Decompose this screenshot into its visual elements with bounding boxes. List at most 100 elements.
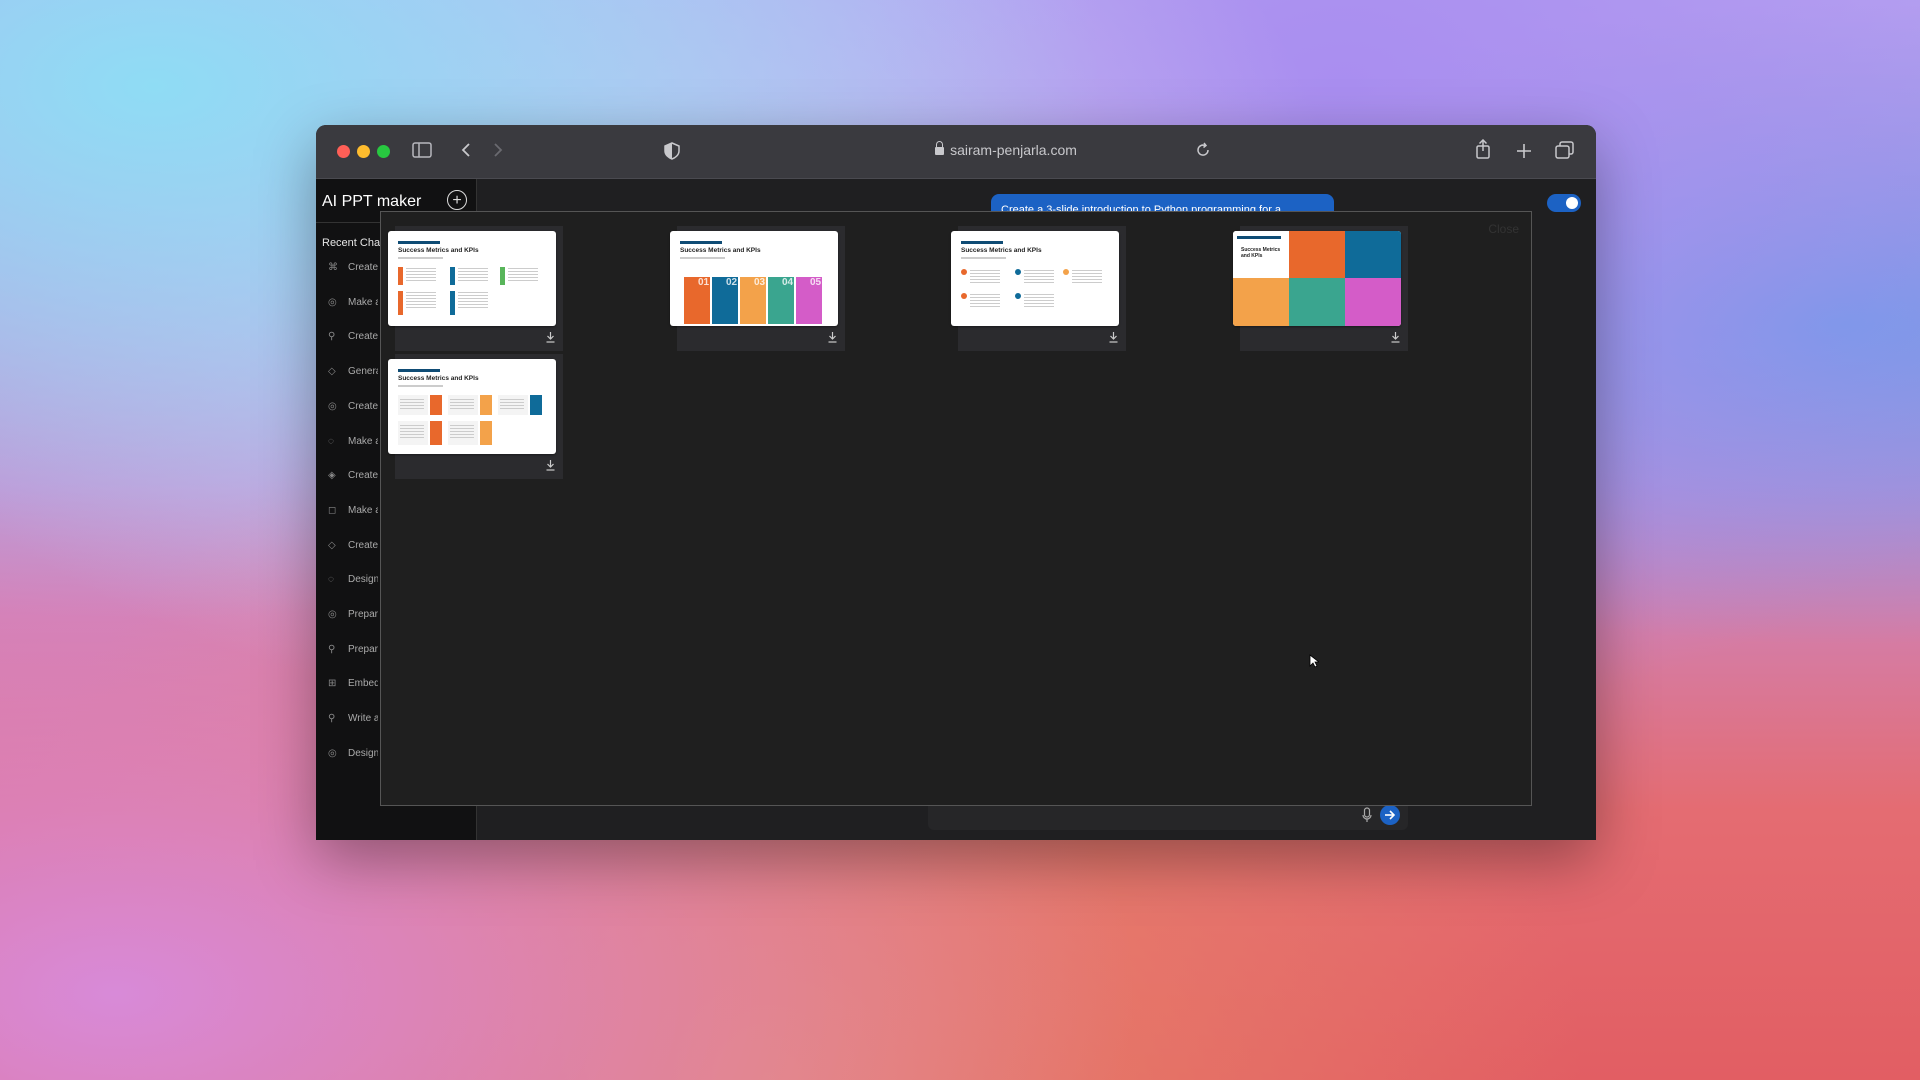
slide-text-line bbox=[500, 408, 524, 409]
download-icon[interactable] bbox=[828, 332, 837, 346]
slide-thumbnail[interactable]: Success Metrics and KPIs 01 02 03 04 05 bbox=[670, 231, 838, 326]
recent-chat-item[interactable]: ◇ Genera bbox=[328, 366, 378, 386]
slide-block bbox=[480, 421, 492, 445]
slide-text-line bbox=[970, 297, 1000, 298]
slide-text-line bbox=[970, 276, 1000, 277]
slide-circle bbox=[961, 293, 967, 299]
zoom-window-button[interactable] bbox=[377, 145, 390, 158]
slide-text-line bbox=[406, 307, 436, 308]
tab-overview-icon[interactable] bbox=[1555, 141, 1575, 162]
reload-icon[interactable] bbox=[1195, 142, 1211, 161]
slide-variant-card[interactable]: Success Metrics and KPIs bbox=[388, 354, 563, 479]
slide-text-line bbox=[400, 428, 424, 429]
recent-chat-item[interactable]: ◎ Create bbox=[328, 401, 378, 421]
recent-chat-item[interactable]: ◎ Prepar bbox=[328, 609, 378, 629]
chat-icon: ⊞ bbox=[328, 678, 337, 690]
slide-text-line bbox=[458, 307, 488, 308]
slide-text-line bbox=[970, 273, 1000, 274]
slide-block bbox=[1233, 278, 1289, 326]
download-icon[interactable] bbox=[1109, 332, 1118, 346]
recent-chat-item[interactable]: ◌ Make a bbox=[328, 436, 378, 456]
slide-subtitle-line bbox=[398, 385, 443, 387]
slide-block bbox=[480, 395, 492, 415]
recent-chat-item[interactable]: ◌ Design bbox=[328, 574, 378, 594]
theme-toggle[interactable] bbox=[1547, 194, 1581, 212]
slide-text-line bbox=[508, 271, 538, 272]
slide-thumbnail[interactable]: Success Metrics and KPIs bbox=[1233, 231, 1401, 326]
recent-chat-item[interactable]: ◎ Design bbox=[328, 748, 378, 768]
recent-chat-label: Create bbox=[348, 539, 378, 551]
recent-chat-item[interactable]: ⌘ Create bbox=[328, 262, 378, 282]
app-title: AI PPT maker bbox=[322, 193, 422, 210]
slide-text-line bbox=[406, 292, 436, 293]
slide-text-line bbox=[400, 408, 424, 409]
close-window-button[interactable] bbox=[337, 145, 350, 158]
slide-thumbnail[interactable]: Success Metrics and KPIs bbox=[388, 231, 556, 326]
download-icon[interactable] bbox=[546, 332, 555, 346]
slide-text-line bbox=[970, 282, 1000, 283]
slide-text-line bbox=[970, 300, 1000, 301]
slide-text-line bbox=[508, 268, 538, 269]
recent-chat-item[interactable]: ◈ Create bbox=[328, 470, 378, 490]
slide-text-line bbox=[406, 274, 436, 275]
chat-icon: ◎ bbox=[328, 296, 337, 308]
slide-text-line bbox=[1072, 282, 1102, 283]
recent-chat-item[interactable]: ⚲ Prepar bbox=[328, 644, 378, 664]
slide-block bbox=[450, 291, 455, 315]
lock-icon bbox=[935, 141, 945, 155]
slide-block bbox=[450, 267, 455, 285]
slide-variant-card[interactable]: Success Metrics and KPIs bbox=[1233, 226, 1408, 351]
recent-chat-item[interactable]: ◻ Make a bbox=[328, 505, 378, 525]
slide-tag bbox=[1237, 236, 1281, 239]
slide-thumbnail[interactable]: Success Metrics and KPIs bbox=[388, 359, 556, 454]
download-icon[interactable] bbox=[546, 460, 555, 474]
microphone-icon[interactable] bbox=[1362, 807, 1372, 828]
slide-text-line bbox=[406, 295, 436, 296]
sidebar-toggle-icon[interactable] bbox=[412, 142, 432, 161]
slide-text-line bbox=[1024, 297, 1054, 298]
slide-block bbox=[530, 395, 542, 415]
back-icon[interactable] bbox=[460, 142, 472, 161]
recent-chat-item[interactable]: ◇ Create bbox=[328, 540, 378, 560]
recent-chat-label: Design bbox=[348, 747, 378, 759]
chat-icon: ◌ bbox=[328, 574, 334, 586]
recent-chat-item[interactable]: ◎ Make a bbox=[328, 297, 378, 317]
slide-variant-card[interactable]: Success Metrics and KPIs bbox=[951, 226, 1126, 351]
slide-text-line bbox=[450, 402, 474, 403]
recent-chat-item[interactable]: ⚲ Write a bbox=[328, 713, 378, 733]
slide-text-line bbox=[500, 399, 524, 400]
new-tab-icon[interactable] bbox=[1516, 143, 1532, 162]
slide-text-line bbox=[1024, 306, 1054, 307]
address-bar[interactable]: sairam-penjarla.com bbox=[886, 141, 1126, 162]
slide-text-line bbox=[458, 304, 488, 305]
slide-text-line bbox=[458, 277, 488, 278]
minimize-window-button[interactable] bbox=[357, 145, 370, 158]
slide-text-line bbox=[400, 434, 424, 435]
recent-chat-item[interactable]: ⚲ Create bbox=[328, 331, 378, 351]
new-chat-button[interactable]: + bbox=[447, 190, 467, 210]
slide-text-line bbox=[1024, 300, 1054, 301]
share-icon[interactable] bbox=[1475, 138, 1491, 162]
send-button[interactable] bbox=[1380, 805, 1400, 825]
download-icon[interactable] bbox=[1391, 332, 1400, 346]
slide-thumbnail[interactable]: Success Metrics and KPIs bbox=[951, 231, 1119, 326]
slide-block bbox=[430, 395, 442, 415]
slide-variant-card[interactable]: Success Metrics and KPIs 01 02 03 04 05 bbox=[670, 226, 845, 351]
slide-text-line bbox=[1024, 270, 1054, 271]
slide-text-line bbox=[400, 437, 424, 438]
slide-text-line bbox=[406, 298, 436, 299]
recent-chat-item[interactable]: ⊞ Embed bbox=[328, 678, 378, 698]
forward-icon[interactable] bbox=[492, 142, 504, 161]
slide-bar: 04 bbox=[768, 277, 794, 324]
slide-text-line bbox=[458, 295, 488, 296]
slide-block bbox=[1289, 278, 1345, 326]
slide-text-line bbox=[406, 280, 436, 281]
slide-variant-card[interactable]: Success Metrics and KPIs bbox=[388, 226, 563, 351]
close-modal-button[interactable]: Close bbox=[1488, 222, 1519, 236]
slide-text-line bbox=[400, 405, 424, 406]
chat-icon: ◎ bbox=[328, 747, 337, 759]
slide-text-line bbox=[1024, 273, 1054, 274]
slide-variants-modal: Close Success Metrics and KPIs Success Me… bbox=[380, 211, 1532, 806]
slide-circle bbox=[1015, 269, 1021, 275]
shield-icon[interactable] bbox=[664, 142, 680, 163]
